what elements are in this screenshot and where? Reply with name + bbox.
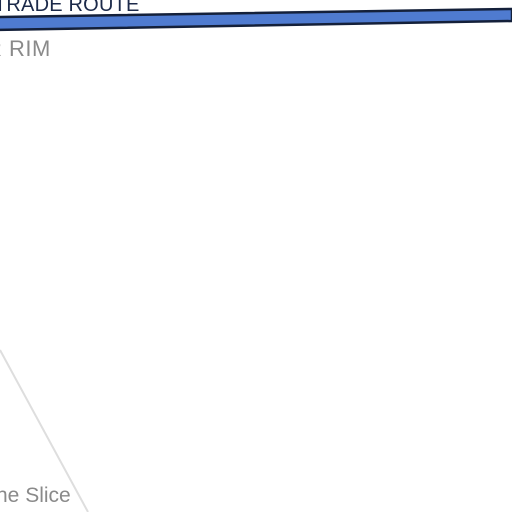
trade-route-label: TRADE ROUTE <box>0 0 140 16</box>
place-label: ne Slice <box>0 484 71 507</box>
map-shapes <box>0 7 512 512</box>
map-canvas[interactable]: TRADE ROUTE R RIM ne Slice <box>0 0 512 512</box>
region-label: R RIM <box>0 36 51 61</box>
